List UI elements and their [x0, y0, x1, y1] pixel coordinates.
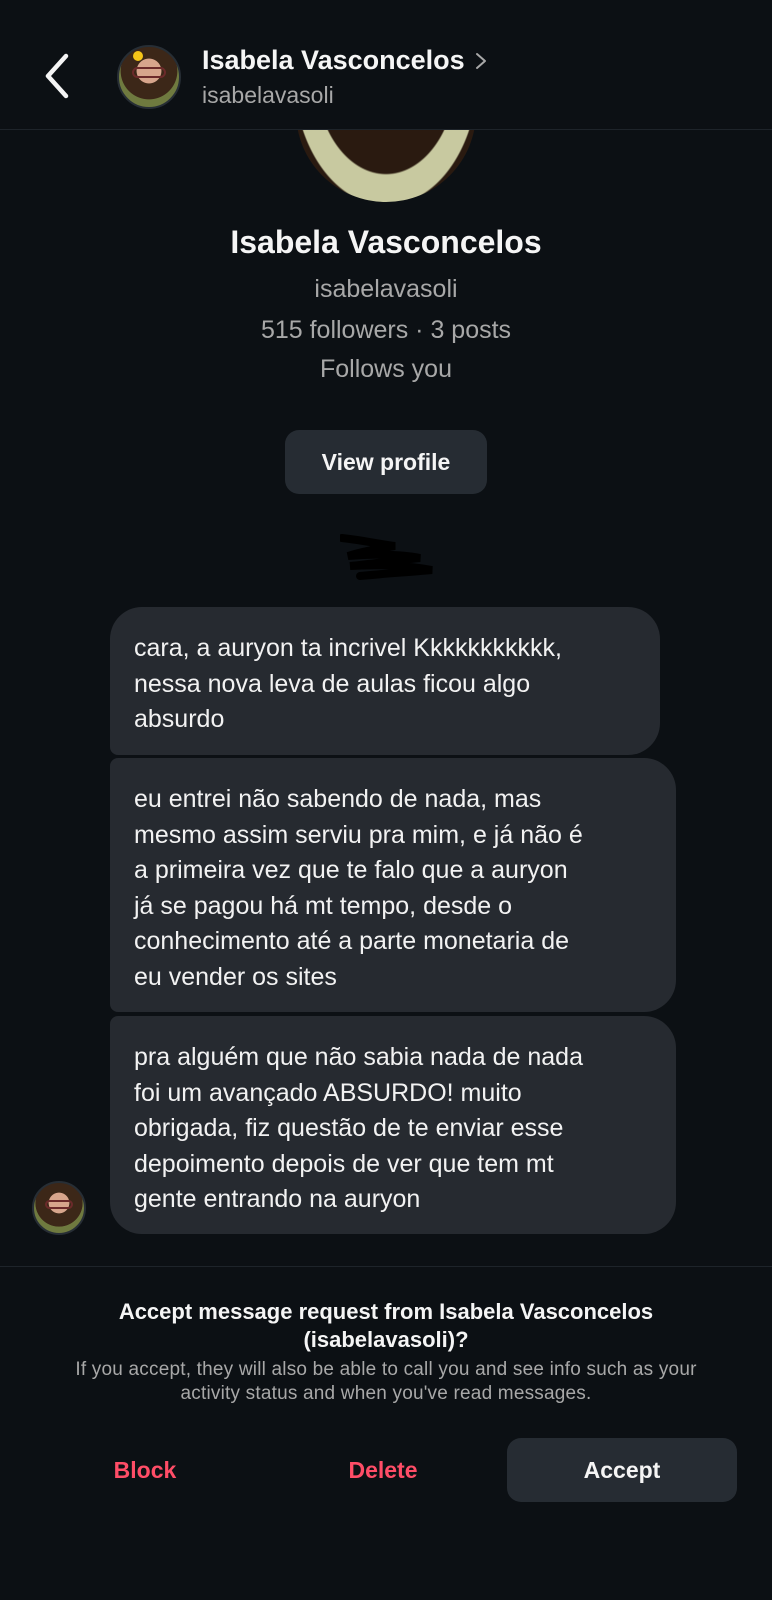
message-bubble[interactable]: cara, a auryon ta incrivel Kkkkkkkkkkk, …: [110, 607, 660, 755]
chevron-right-icon: [475, 52, 486, 69]
sender-avatar[interactable]: [32, 1181, 86, 1235]
profile-stats: 515 followers · 3 posts: [260, 316, 512, 344]
header-avatar[interactable]: [117, 45, 181, 109]
avatar-glasses: [45, 1200, 73, 1209]
dm-request-screen: Isabela Vasconcelos isabelavasoli 515 fo…: [0, 0, 772, 1600]
message-line: gente entrando na auryon: [134, 1185, 421, 1213]
profile-name: Isabela Vasconcelos: [230, 224, 542, 260]
header-name: Isabela Vasconcelos: [202, 45, 465, 75]
header-username: isabelavasoli: [202, 82, 334, 108]
divider: [0, 1266, 772, 1267]
message-line: nessa nova leva de aulas ficou algo: [134, 669, 531, 698]
message-line: absurdo: [134, 705, 225, 733]
message-line: a primeira vez que te falo que a auryon: [134, 856, 568, 884]
follows-you-label: Follows you: [320, 355, 452, 383]
story-indicator-dot: [133, 51, 143, 61]
back-button[interactable]: [38, 48, 88, 104]
chat-header: Isabela Vasconcelos isabelavasoli: [0, 0, 772, 130]
message-line: foi um avançado ABSURDO! muito: [134, 1078, 522, 1107]
message-line: depoimento depois de ver que tem mt: [134, 1149, 554, 1178]
message-bubble[interactable]: eu entrei não sabendo de nada, mas mesmo…: [110, 758, 676, 1012]
delete-button[interactable]: Delete: [298, 1438, 468, 1502]
redaction-scribble: [340, 534, 433, 580]
message-line: obrigada, fiz questão de te enviar esse: [134, 1114, 564, 1142]
accept-button[interactable]: Accept: [507, 1438, 737, 1502]
message-line: eu vender os sites: [134, 962, 337, 991]
chevron-left-icon: [45, 53, 69, 99]
message-line: mesmo assim serviu pra mim, e já não é: [134, 820, 583, 849]
message-line: cara, a auryon ta incrivel Kkkkkkkkkkk,: [134, 634, 562, 662]
request-title-line: Accept message request from Isabela Vasc…: [118, 1299, 654, 1324]
request-title-line: (isabelavasoli)?: [303, 1327, 469, 1352]
avatar-glasses: [132, 67, 166, 79]
block-button[interactable]: Block: [60, 1438, 230, 1502]
message-line: eu entrei não sabendo de nada, mas: [134, 785, 542, 813]
message-line: conhecimento até a parte monetaria de: [134, 927, 569, 955]
header-name-link[interactable]: Isabela Vasconcelos: [202, 45, 487, 76]
request-desc-line: If you accept, they will also be able to…: [75, 1359, 697, 1380]
view-profile-button[interactable]: View profile: [285, 430, 487, 494]
message-line: já se pagou há mt tempo, desde o: [134, 891, 513, 920]
message-line: pra alguém que não sabia nada de nada: [134, 1043, 583, 1071]
message-bubble[interactable]: pra alguém que não sabia nada de nada fo…: [110, 1016, 676, 1234]
request-desc-line: activity status and when you've read mes…: [180, 1383, 592, 1404]
request-title: Accept message request from Isabela Vasc…: [40, 1298, 732, 1354]
profile-username: isabelavasoli: [314, 275, 458, 303]
request-description: If you accept, they will also be able to…: [30, 1358, 742, 1406]
